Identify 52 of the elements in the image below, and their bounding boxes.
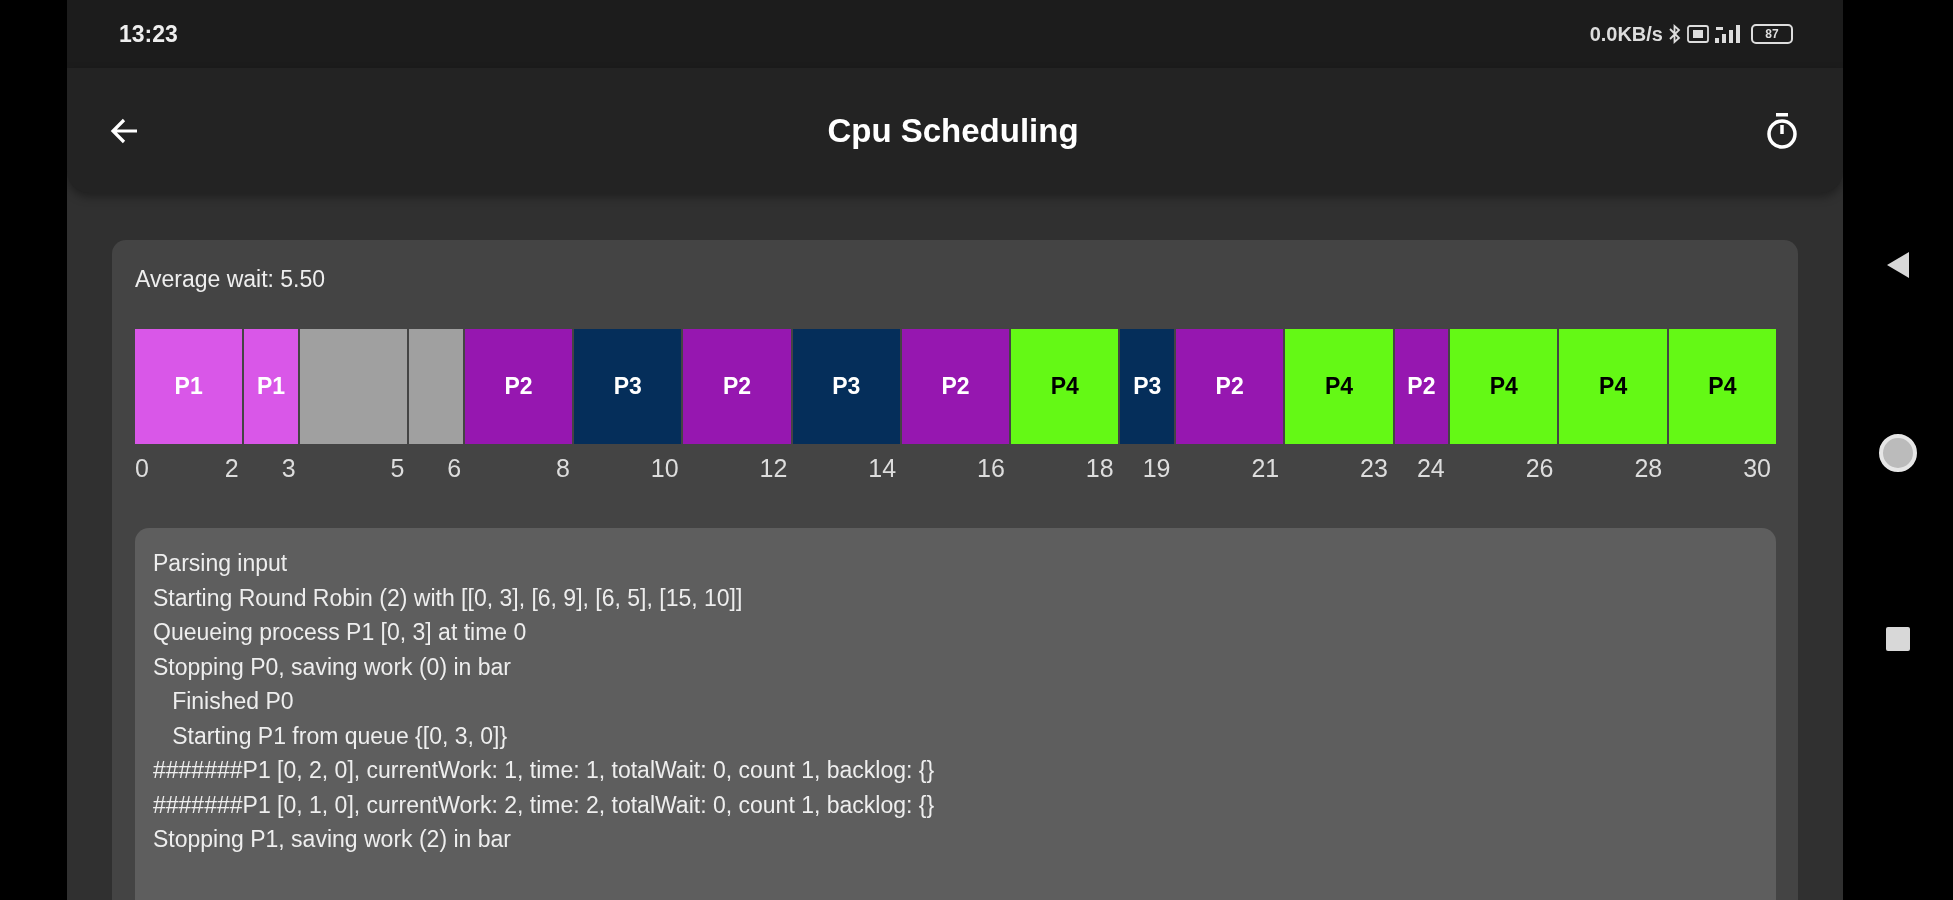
network-speed: 0.0KB/s xyxy=(1589,22,1663,46)
axis-tick-label: 18 xyxy=(1085,454,1114,483)
gantt-segment: P1 xyxy=(244,329,298,444)
axis-tick-label: 23 xyxy=(1360,454,1388,483)
axis-tick-label: 5 xyxy=(390,454,405,483)
log-line: #######P1 [0, 2, 0], currentWork: 1, time: 1, totalWait: 0, count 1, backlog: {} xyxy=(153,756,936,785)
axis-tick-label: 8 xyxy=(556,454,570,483)
gantt-segment: P2 xyxy=(683,329,791,444)
axis-tick-label: 24 xyxy=(1416,454,1445,483)
log-line: Stopping P1, saving work (2) in bar xyxy=(153,825,512,854)
log-line: Queueing process P1 [0, 3] at time 0 xyxy=(153,618,528,647)
screen-title: Cpu Scheduling xyxy=(827,111,1079,150)
axis-tick-label: 26 xyxy=(1525,454,1554,483)
log-line: Stopping P0, saving work (0) in bar xyxy=(153,652,512,682)
axis-tick-label: 16 xyxy=(977,454,1005,483)
gantt-segment: P4 xyxy=(1559,329,1667,444)
axis-tick-label: 30 xyxy=(1743,454,1771,483)
axis-tick-label: 2 xyxy=(224,454,239,483)
gantt-segment: P4 xyxy=(1285,329,1393,444)
average-wait-text: Average wait: 5.50 xyxy=(135,266,326,293)
axis-tick-label: 14 xyxy=(868,454,897,483)
gantt-segment: P1 xyxy=(135,329,243,444)
gantt-segment: P3 xyxy=(1120,329,1175,444)
gantt-segment: P2 xyxy=(1394,329,1449,444)
status-time: 13:23 xyxy=(119,20,178,48)
gantt-segment: P2 xyxy=(464,329,573,444)
log-line: Parsing input xyxy=(153,549,289,578)
axis-tick-label: 19 xyxy=(1142,454,1171,483)
home-nav-icon[interactable] xyxy=(1878,433,1918,473)
axis-tick-label: 3 xyxy=(281,454,296,483)
axis-tick-label: 10 xyxy=(650,454,679,483)
gantt-segment: P2 xyxy=(901,329,1010,444)
log-line: #######P1 [0, 1, 0], currentWork: 2, time: 2, totalWait: 0, count 1, backlog: {} xyxy=(153,790,936,820)
bluetooth-icon xyxy=(1669,24,1681,44)
recents-nav-icon[interactable] xyxy=(1885,626,1911,652)
gantt-segment: P2 xyxy=(1176,329,1284,444)
axis-tick-label: 28 xyxy=(1634,454,1663,483)
sim-icon xyxy=(1687,24,1709,44)
log-line: Finished P0 xyxy=(171,687,295,716)
gantt-segment: P4 xyxy=(1011,329,1119,444)
axis-tick-label: 21 xyxy=(1251,454,1280,483)
gantt-segment: P3 xyxy=(792,329,900,444)
axis-tick-label: 12 xyxy=(759,454,788,483)
battery-icon: 87 xyxy=(1751,24,1793,44)
log-line: Starting P1 from queue {[0, 3, 0]} xyxy=(171,721,509,751)
back-nav-icon[interactable] xyxy=(1885,250,1911,280)
axis-tick-label: 0 xyxy=(135,454,149,483)
gantt-segment: P4 xyxy=(1450,329,1558,444)
gantt-segment: P4 xyxy=(1668,329,1776,444)
log-line: Starting Round Robin (2) with [[0, 3], [6, 9], [6, 5], [15, 10]] xyxy=(153,583,744,613)
gantt-segment: P3 xyxy=(574,329,682,444)
axis-tick-label: 6 xyxy=(447,454,462,483)
